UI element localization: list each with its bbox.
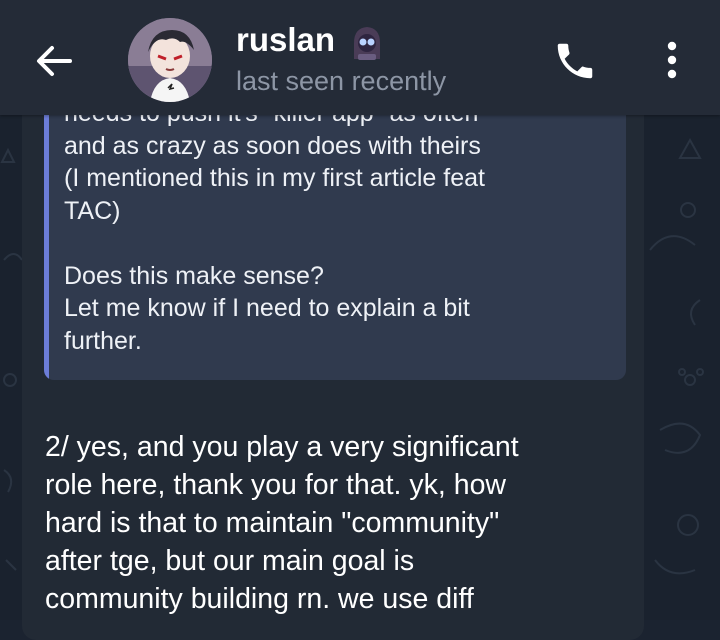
avatar[interactable] xyxy=(128,18,212,102)
more-vertical-icon xyxy=(667,41,677,79)
last-seen-status: last seen recently xyxy=(236,66,447,96)
back-button[interactable] xyxy=(30,38,76,84)
chat-header: ruslan last seen recently xyxy=(0,0,720,115)
arrow-left-icon xyxy=(37,46,72,76)
quote-line: Does this make sense? xyxy=(64,261,324,290)
more-options-button[interactable] xyxy=(656,38,688,84)
phone-icon xyxy=(557,43,593,79)
contact-name[interactable]: ruslan xyxy=(236,20,335,60)
message-line: 2/ yes, and you play a very significant xyxy=(45,431,519,463)
quote-line: and as crazy as soon does with theirs xyxy=(64,131,481,160)
message-line: community building rn. we use diff xyxy=(45,583,474,615)
quote-line xyxy=(64,227,614,260)
hooded-figure-icon xyxy=(354,27,380,60)
avatar-image xyxy=(128,18,212,102)
message-line: role here, thank you for that. yk, how xyxy=(45,469,506,501)
quote-line: (I mentioned this in my first article fe… xyxy=(64,164,485,192)
call-button[interactable] xyxy=(552,38,598,84)
quote-accent-bar xyxy=(44,100,49,380)
quote-line: TAC) xyxy=(64,196,121,225)
quote-line: Let me know if I need to explain a bit xyxy=(64,294,470,322)
quoted-message[interactable]: needs to push it's "killer app" as often… xyxy=(44,100,626,380)
message-line: hard is that to maintain "community" xyxy=(45,507,500,539)
quote-line: further. xyxy=(64,326,142,355)
message-text: 2/ yes, and you play a very significant … xyxy=(45,428,620,618)
hooded-figure-emoji xyxy=(346,24,388,64)
message-line: after tge, but our main goal is xyxy=(45,545,415,577)
quote-text: needs to push it's "killer app" as often… xyxy=(64,100,614,357)
